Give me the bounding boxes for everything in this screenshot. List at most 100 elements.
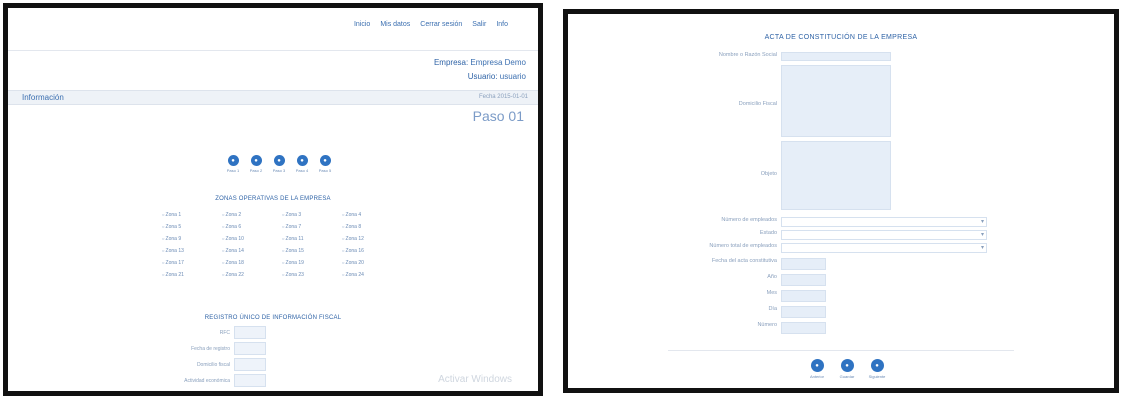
- zona-checkbox[interactable]: Zona 16: [342, 248, 402, 254]
- zona-checkbox[interactable]: Zona 19: [282, 260, 342, 266]
- field-input[interactable]: [781, 274, 826, 286]
- zona-checkbox[interactable]: Zona 4: [342, 212, 402, 218]
- select-dropdown[interactable]: [781, 230, 987, 240]
- nav-home-link[interactable]: Inicio: [354, 21, 370, 28]
- zona-checkbox[interactable]: Zona 8: [342, 224, 402, 230]
- domicilio-label: Domicilio Fiscal: [738, 101, 777, 107]
- zona-checkbox[interactable]: Zona 23: [282, 272, 342, 278]
- select-label: Número de empleados: [721, 217, 777, 223]
- usuario-label: Usuario:: [467, 72, 498, 81]
- nav-info-link[interactable]: Info: [496, 21, 508, 28]
- circle-icon: ●: [227, 155, 239, 166]
- step-button-3[interactable]: ● Paso 3: [272, 155, 286, 173]
- form-row: Fecha de registro: [158, 342, 266, 355]
- step-button-5[interactable]: ● Paso 5: [318, 155, 332, 173]
- form-row: Fecha del acta constitutiva: [688, 258, 826, 270]
- circle-icon: ●: [319, 155, 331, 166]
- field-label: RFC: [219, 329, 230, 336]
- empresa-info: Empresa: Empresa Demo: [434, 58, 526, 67]
- select-dropdown[interactable]: [781, 243, 987, 253]
- form-row: Mes: [688, 290, 826, 302]
- field-input[interactable]: [781, 306, 826, 318]
- next-button[interactable]: ● Siguiente: [869, 359, 885, 379]
- nombre-input[interactable]: [781, 52, 891, 61]
- circle-icon: ●: [273, 155, 285, 166]
- step-button-2[interactable]: ● Paso 2: [249, 155, 263, 173]
- action-buttons: ● Anterior ● Guardar ● Siguiente: [810, 359, 885, 379]
- form-row: Actividad económica: [158, 374, 266, 387]
- form-row: Estado: [688, 230, 987, 240]
- zonas-title: ZONAS OPERATIVAS DE LA EMPRESA: [215, 196, 331, 202]
- info-bar: Información Fecha 2015-01-01: [8, 90, 538, 105]
- form-row: Objeto: [688, 141, 891, 210]
- right-screenshot-panel: ACTA DE CONSTITUCIÓN DE LA EMPRESA Nombr…: [563, 9, 1119, 393]
- domicilio-textarea[interactable]: [781, 65, 891, 137]
- objeto-textarea[interactable]: [781, 141, 891, 210]
- zona-checkbox[interactable]: Zona 11: [282, 236, 342, 242]
- divider: [8, 50, 538, 51]
- field-label: Día: [768, 306, 777, 312]
- field-label: Mes: [766, 290, 777, 296]
- zona-checkbox[interactable]: Zona 2: [222, 212, 282, 218]
- form-row: Año: [688, 274, 826, 286]
- zona-checkbox[interactable]: Zona 22: [222, 272, 282, 278]
- zona-checkbox[interactable]: Zona 14: [222, 248, 282, 254]
- zona-checkbox[interactable]: Zona 3: [282, 212, 342, 218]
- fecha-input[interactable]: [781, 258, 826, 270]
- nav-profile-link[interactable]: Mis datos: [380, 21, 410, 28]
- circle-icon: ●: [840, 359, 854, 372]
- select-label: Estado: [759, 230, 777, 236]
- form-row: Número de empleados: [688, 217, 987, 227]
- zona-checkbox[interactable]: Zona 20: [342, 260, 402, 266]
- form-row: Número: [688, 322, 826, 334]
- previous-button[interactable]: ● Anterior: [810, 359, 824, 379]
- zona-checkbox[interactable]: Zona 6: [222, 224, 282, 230]
- zona-checkbox[interactable]: Zona 9: [162, 236, 222, 242]
- top-navigation: Inicio Mis datos Cerrar sesión Salir Inf…: [354, 21, 508, 28]
- field-input[interactable]: [781, 322, 826, 334]
- form-row: RFC: [158, 326, 266, 339]
- zona-checkbox[interactable]: Zona 10: [222, 236, 282, 242]
- usuario-value: usuario: [499, 72, 526, 81]
- field-input[interactable]: [234, 326, 266, 339]
- field-input[interactable]: [234, 342, 266, 355]
- field-label: Número: [757, 322, 777, 328]
- circle-icon: ●: [810, 359, 824, 372]
- zona-checkbox[interactable]: Zona 15: [282, 248, 342, 254]
- zona-checkbox[interactable]: Zona 1: [162, 212, 222, 218]
- zona-checkbox[interactable]: Zona 13: [162, 248, 222, 254]
- info-bar-title: Información: [22, 93, 64, 102]
- field-label: Año: [767, 274, 777, 280]
- registro-title: REGISTRO ÚNICO DE INFORMACIÓN FISCAL: [204, 315, 342, 321]
- save-button[interactable]: ● Guardar: [840, 359, 854, 379]
- nav-exit-link[interactable]: Salir: [472, 21, 486, 28]
- circle-icon: ●: [250, 155, 262, 166]
- usuario-info: Usuario: usuario: [468, 72, 526, 81]
- field-input[interactable]: [234, 358, 266, 371]
- step-button-1[interactable]: ● Paso 1: [226, 155, 240, 173]
- field-input[interactable]: [781, 290, 826, 302]
- step-button-4[interactable]: ● Paso 4: [295, 155, 309, 173]
- zona-checkbox[interactable]: Zona 12: [342, 236, 402, 242]
- field-label: Fecha de registro: [191, 345, 230, 352]
- zona-checkbox[interactable]: Zona 24: [342, 272, 402, 278]
- form-row: Domicilio fiscal: [158, 358, 266, 371]
- form-row: Domicilio Fiscal: [688, 65, 891, 137]
- left-screenshot-panel: Inicio Mis datos Cerrar sesión Salir Inf…: [3, 3, 543, 396]
- circle-icon: ●: [870, 359, 884, 372]
- select-label: Número total de empleados: [709, 243, 777, 249]
- zona-checkbox[interactable]: Zona 18: [222, 260, 282, 266]
- objeto-label: Objeto: [760, 171, 777, 177]
- empresa-label: Empresa:: [433, 58, 469, 67]
- zona-checkbox[interactable]: Zona 17: [162, 260, 222, 266]
- select-dropdown[interactable]: [781, 217, 987, 227]
- zona-checkbox[interactable]: Zona 21: [162, 272, 222, 278]
- zona-checkbox[interactable]: Zona 7: [282, 224, 342, 230]
- field-label: Actividad económica: [184, 377, 230, 384]
- step-buttons: ● Paso 1 ● Paso 2 ● Paso 3 ● Paso 4 ● Paso 5: [226, 155, 332, 173]
- zona-checkbox[interactable]: Zona 5: [162, 224, 222, 230]
- nav-session-link[interactable]: Cerrar sesión: [420, 21, 462, 28]
- info-bar-date: Fecha 2015-01-01: [478, 94, 528, 100]
- field-input[interactable]: [234, 374, 266, 387]
- activation-watermark: Activar Windows: [438, 374, 512, 385]
